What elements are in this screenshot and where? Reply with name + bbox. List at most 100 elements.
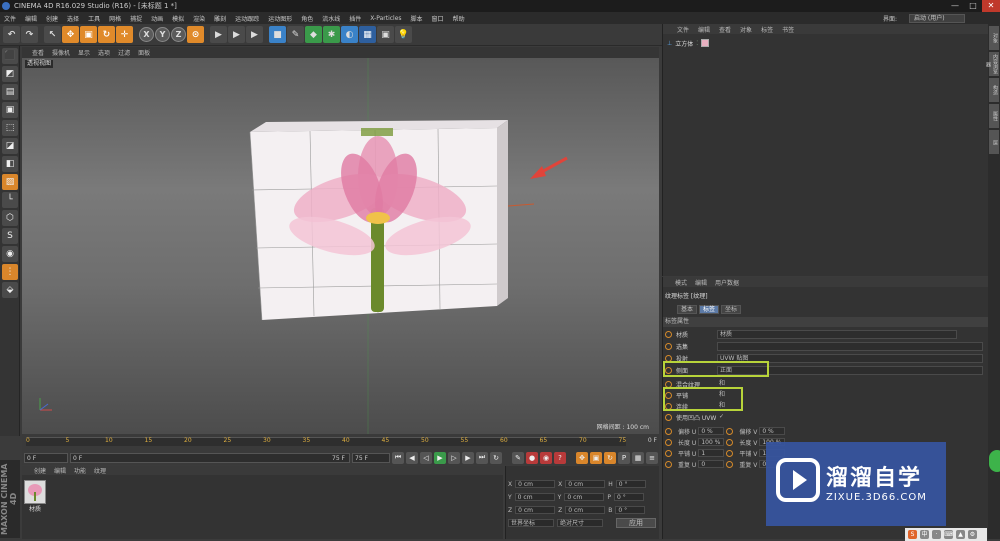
record-icon[interactable]: ●: [526, 451, 538, 464]
tab-tag[interactable]: 标签: [699, 305, 720, 314]
floating-green-button[interactable]: [989, 450, 1000, 472]
loop-icon[interactable]: ↻: [490, 451, 502, 464]
menu-item[interactable]: 窗口: [432, 14, 444, 23]
tray-icon[interactable]: 中: [920, 530, 929, 539]
render-picture-viewer-button[interactable]: ▶: [228, 26, 245, 43]
menu-item[interactable]: 角色: [301, 14, 313, 23]
goto-end-icon[interactable]: ⏭: [476, 451, 488, 464]
size-z-field[interactable]: 0 cm: [565, 506, 606, 514]
viewport-menu-item[interactable]: 查看: [32, 48, 44, 57]
anim-dot-icon[interactable]: [665, 331, 672, 338]
menu-item[interactable]: 渲染: [193, 14, 205, 23]
tab-coordinates[interactable]: 坐标: [721, 305, 742, 314]
rotate-tool-button[interactable]: ↻: [98, 26, 115, 43]
goto-start-icon[interactable]: ⏮: [392, 451, 404, 464]
interface-select[interactable]: 启动 (用户): [909, 13, 965, 23]
menu-item[interactable]: 帮助: [453, 14, 465, 23]
keyframe-help-icon[interactable]: ?: [554, 451, 566, 464]
render-view-button[interactable]: ▶: [210, 26, 227, 43]
frame-range-slider[interactable]: 0 F 75 F: [70, 452, 350, 463]
light-button[interactable]: 💡: [395, 26, 412, 43]
texture-tag-icon[interactable]: [701, 39, 710, 47]
timeline[interactable]: 0 5 10 15 20 25 30 35 40 45 50 55 60 65 70 75 0 F: [22, 434, 659, 450]
viewport-menu-item[interactable]: 面板: [138, 48, 150, 57]
use-bump-uvw-checkbox[interactable]: ✓: [717, 413, 729, 422]
select-icon[interactable]: ↖: [44, 26, 61, 43]
maximize-button[interactable]: □: [964, 0, 982, 12]
menu-item[interactable]: X-Particles: [370, 15, 401, 22]
material-menu-item[interactable]: 功能: [74, 466, 86, 475]
viewport-menu-item[interactable]: 选项: [98, 48, 110, 57]
dock-tab[interactable]: 构造: [989, 78, 999, 102]
pos-z-field[interactable]: 0 cm: [515, 506, 556, 514]
cloner-button[interactable]: ✱: [323, 26, 340, 43]
menu-item[interactable]: 脚本: [411, 14, 423, 23]
size-y-field[interactable]: 0 cm: [564, 493, 605, 501]
anim-dot-icon[interactable]: [665, 414, 672, 421]
object-menu-item[interactable]: 标签: [761, 25, 773, 34]
last-tool-button[interactable]: ✛: [116, 26, 133, 43]
menu-item[interactable]: 编辑: [25, 14, 37, 23]
tool-icon[interactable]: S: [2, 228, 18, 244]
attribute-menu-item[interactable]: 模式: [675, 278, 687, 287]
pos-y-field[interactable]: 0 cm: [514, 493, 555, 501]
attribute-menu-item[interactable]: 编辑: [695, 278, 707, 287]
viewport-menu-item[interactable]: 过滤: [118, 48, 130, 57]
tool-icon[interactable]: └: [2, 192, 18, 208]
y-axis-button[interactable]: Y: [155, 27, 170, 42]
apply-button[interactable]: 应用: [616, 518, 656, 528]
render-settings-button[interactable]: ▶: [246, 26, 263, 43]
tool-icon[interactable]: ▤: [2, 84, 18, 100]
viewport-menu-item[interactable]: 显示: [78, 48, 90, 57]
material-menu-item[interactable]: 编辑: [54, 466, 66, 475]
key-rotation-icon[interactable]: ↻: [604, 451, 616, 464]
minimize-button[interactable]: —: [946, 0, 964, 12]
menu-item[interactable]: 创建: [46, 14, 58, 23]
tab-basic[interactable]: 基本: [677, 305, 698, 314]
repeat-u-field[interactable]: 0: [698, 460, 725, 468]
object-menu-item[interactable]: 编辑: [698, 25, 710, 34]
start-frame-field[interactable]: 0 F: [24, 452, 68, 463]
perspective-viewport[interactable]: 透视视图 网格间距: 100 cm: [22, 58, 659, 434]
tool-icon[interactable]: ⬙: [2, 282, 18, 298]
menu-item[interactable]: 运动图形: [268, 14, 292, 23]
key-param-icon[interactable]: P: [618, 451, 630, 464]
tool-icon[interactable]: ◧: [2, 156, 18, 172]
next-frame-icon[interactable]: ▷: [448, 451, 460, 464]
menu-item[interactable]: 模拟: [172, 14, 184, 23]
object-menu-item[interactable]: 书签: [782, 25, 794, 34]
play-icon[interactable]: ▶: [434, 451, 446, 464]
tool-icon[interactable]: ▨: [2, 174, 18, 190]
next-key-icon[interactable]: ▶: [462, 451, 474, 464]
rot-h-field[interactable]: 0 °: [615, 480, 646, 488]
menu-item[interactable]: 流水线: [322, 14, 340, 23]
tray-icon[interactable]: ·: [932, 530, 941, 539]
key-scale-icon[interactable]: ▣: [590, 451, 602, 464]
cube-primitive-button[interactable]: ■: [269, 26, 286, 43]
floor-button[interactable]: ▦: [359, 26, 376, 43]
object-menu-item[interactable]: 文件: [677, 25, 689, 34]
tool-icon[interactable]: ◪: [2, 138, 18, 154]
menu-item[interactable]: 文件: [4, 14, 16, 23]
menu-item[interactable]: 插件: [349, 14, 361, 23]
key-position-icon[interactable]: ✥: [576, 451, 588, 464]
tool-icon[interactable]: ◩: [2, 66, 18, 82]
z-axis-button[interactable]: Z: [171, 27, 186, 42]
tool-icon[interactable]: ▣: [2, 102, 18, 118]
anim-dot-icon[interactable]: [665, 343, 672, 350]
ime-icon[interactable]: S: [908, 530, 917, 539]
menu-item[interactable]: 工具: [88, 14, 100, 23]
prev-frame-icon[interactable]: ◁: [420, 451, 432, 464]
menu-item[interactable]: 运动跟踪: [235, 14, 259, 23]
offset-u-field[interactable]: 0 %: [698, 427, 725, 435]
dock-tab[interactable]: 对象: [989, 26, 999, 50]
tool-icon[interactable]: ⬡: [2, 210, 18, 226]
length-u-field[interactable]: 100 %: [698, 438, 725, 446]
pos-x-field[interactable]: 0 cm: [515, 480, 556, 488]
tool-icon[interactable]: ⋮: [2, 264, 18, 280]
material-thumbnail[interactable]: [24, 480, 46, 504]
move-tool-button[interactable]: ✥: [62, 26, 79, 43]
menu-item[interactable]: 网格: [109, 14, 121, 23]
autokey-icon[interactable]: ◉: [540, 451, 552, 464]
undo-button[interactable]: ↶: [3, 26, 20, 43]
